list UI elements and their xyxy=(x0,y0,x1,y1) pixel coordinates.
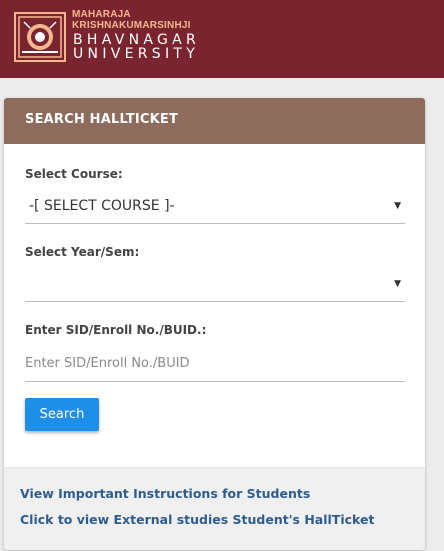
sid-label: Enter SID/Enroll No./BUID.: xyxy=(25,323,207,337)
course-label: Select Course: xyxy=(25,167,123,181)
search-hallticket-card: SEARCH HALLTICKET Select Course: -[ SELE… xyxy=(4,98,425,550)
course-selected-value: -[ SELECT COURSE ]- xyxy=(29,198,175,214)
site-header: MAHARAJA KRISHNAKUMARSINHJI BHAVNAGAR UN… xyxy=(0,0,444,78)
search-form: Select Course: -[ SELECT COURSE ]- ▼ Sel… xyxy=(4,144,425,467)
logo-text-university: UNIVERSITY xyxy=(73,46,200,62)
search-button[interactable]: Search xyxy=(25,398,99,431)
logo-text-krishnakumarsinhji: KRISHNAKUMARSINHJI xyxy=(72,20,191,31)
sid-input[interactable] xyxy=(25,346,405,382)
university-emblem-icon xyxy=(14,12,66,62)
external-studies-hallticket-link[interactable]: Click to view External studies Student's… xyxy=(20,512,374,527)
logo-text-maharaja: MAHARAJA xyxy=(72,9,131,20)
year-sem-select[interactable]: ▼ xyxy=(25,270,405,302)
course-select[interactable]: -[ SELECT COURSE ]- ▼ xyxy=(25,192,405,224)
instructions-link[interactable]: View Important Instructions for Students xyxy=(20,486,310,501)
dropdown-caret-icon: ▼ xyxy=(394,201,401,211)
card-footer: View Important Instructions for Students… xyxy=(4,467,425,550)
logo-text-bhavnagar: BHAVNAGAR xyxy=(73,32,201,48)
card-title: SEARCH HALLTICKET xyxy=(4,98,425,144)
dropdown-caret-icon: ▼ xyxy=(394,279,401,289)
year-sem-label: Select Year/Sem: xyxy=(25,245,140,259)
